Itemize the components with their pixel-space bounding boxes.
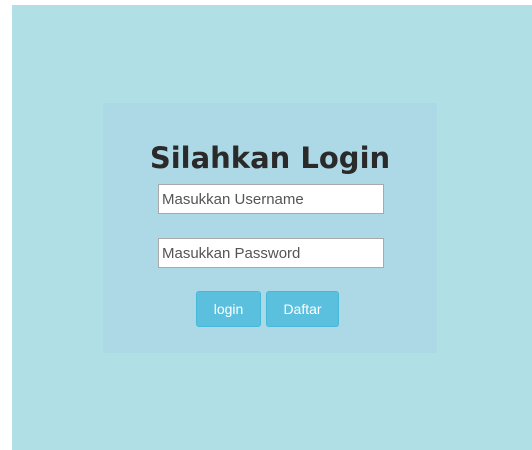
daftar-button[interactable]: Daftar xyxy=(266,291,339,327)
login-button[interactable]: login xyxy=(196,291,261,327)
login-title: Silahkan Login xyxy=(149,141,391,175)
username-input[interactable] xyxy=(158,184,384,214)
password-input[interactable] xyxy=(158,238,384,268)
login-panel: Silahkan Login login Daftar xyxy=(103,103,437,353)
page-background: Silahkan Login login Daftar xyxy=(12,5,532,450)
